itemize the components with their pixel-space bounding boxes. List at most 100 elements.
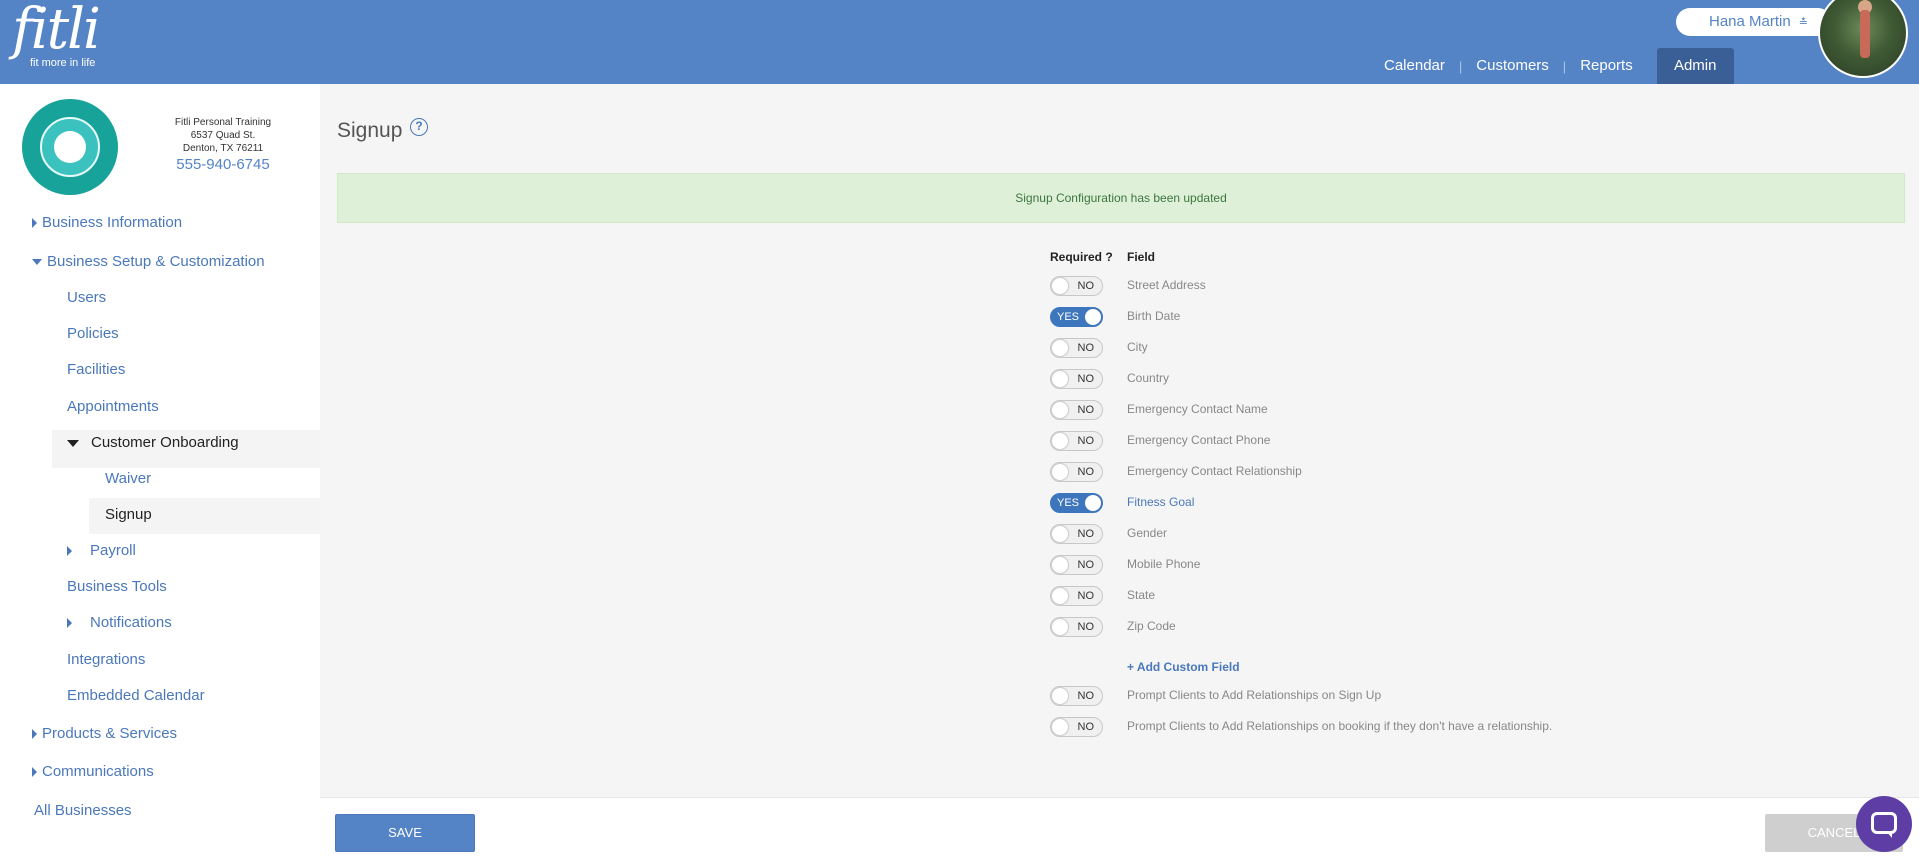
field-label: City — [1127, 340, 1148, 354]
toggle-knob — [1052, 464, 1068, 480]
success-alert: Signup Configuration has been updated — [337, 173, 1905, 223]
field-label: Gender — [1127, 526, 1168, 540]
sidebar-item-communications[interactable]: Communications — [32, 763, 154, 780]
field-required-toggle[interactable]: NO — [1050, 586, 1103, 606]
field-label: Emergency Contact Phone — [1127, 433, 1271, 447]
add-custom-field-link[interactable]: + Add Custom Field — [1127, 660, 1240, 674]
field-required-toggle[interactable]: NO — [1050, 617, 1103, 637]
logo-tagline: fit more in life — [30, 57, 96, 69]
page-title: Signup — [337, 119, 403, 142]
sidebar-item-payroll[interactable]: Payroll — [67, 542, 136, 559]
top-header: fitli fit more in life Calendar | Custom… — [0, 0, 1919, 84]
toggle-state-label: YES — [1057, 497, 1080, 509]
sidebar-item-business-information[interactable]: Business Information — [32, 214, 182, 231]
nav-admin[interactable]: Admin — [1656, 48, 1734, 84]
caret-right-icon — [32, 218, 37, 229]
prompt-required-toggle[interactable]: NO — [1050, 717, 1103, 737]
sidebar-item-products-services[interactable]: Products & Services — [32, 725, 177, 742]
toggle-state-label: NO — [1077, 528, 1095, 540]
chevron-down-icon: ≛ — [1798, 17, 1808, 29]
nav-reports[interactable]: Reports — [1566, 48, 1647, 84]
sidebar-item-customer-onboarding[interactable]: Customer Onboarding — [67, 434, 239, 451]
business-name: Fitli Personal Training — [174, 117, 272, 128]
business-address-line2: Denton, TX 76211 — [182, 143, 264, 154]
toggle-state-label: NO — [1077, 690, 1095, 702]
toggle-knob — [1052, 371, 1068, 387]
sidebar-item-label: Business Setup & Customization — [47, 253, 265, 270]
sidebar-item-label: Notifications — [90, 614, 172, 631]
sidebar-item-waiver[interactable]: Waiver — [105, 470, 151, 487]
caret-right-icon — [67, 546, 72, 557]
business-phone[interactable]: 555-940-6745 — [155, 157, 291, 172]
field-required-toggle[interactable]: YES — [1050, 307, 1103, 327]
field-label: Zip Code — [1127, 619, 1176, 633]
field-required-toggle[interactable]: NO — [1050, 524, 1103, 544]
sidebar-item-all-businesses[interactable]: All Businesses — [34, 802, 132, 819]
field-required-toggle[interactable]: YES — [1050, 493, 1103, 513]
toggle-state-label: NO — [1077, 373, 1095, 385]
caret-down-icon — [32, 259, 42, 266]
field-required-toggle[interactable]: NO — [1050, 276, 1103, 296]
field-required-toggle[interactable]: NO — [1050, 462, 1103, 482]
nav-customers[interactable]: Customers — [1462, 48, 1563, 84]
toggle-state-label: NO — [1077, 590, 1095, 602]
user-menu-button[interactable]: Hana Martin ≛ — [1676, 8, 1832, 36]
sidebar-item-policies[interactable]: Policies — [67, 325, 119, 342]
toggle-state-label: NO — [1077, 342, 1095, 354]
prompt-required-toggle[interactable]: NO — [1050, 686, 1103, 706]
sidebar-item-facilities[interactable]: Facilities — [67, 361, 125, 378]
field-required-toggle[interactable]: NO — [1050, 400, 1103, 420]
field-label: Emergency Contact Name — [1127, 402, 1268, 416]
column-header-required: Required ? — [1050, 250, 1113, 264]
user-name: Hana Martin — [1709, 13, 1791, 30]
nav-calendar[interactable]: Calendar — [1370, 48, 1459, 84]
sidebar-item-signup[interactable]: Signup — [105, 506, 152, 523]
toggle-state-label: NO — [1077, 721, 1095, 733]
prompt-label: Prompt Clients to Add Relationships on b… — [1127, 719, 1553, 733]
toggle-knob — [1052, 278, 1068, 294]
toggle-knob — [1052, 719, 1068, 735]
help-icon[interactable]: ? — [410, 118, 428, 136]
sidebar-item-business-tools[interactable]: Business Tools — [67, 578, 167, 595]
sidebar-item-label: Customer Onboarding — [91, 434, 239, 451]
fitli-logo[interactable]: fitli fit more in life — [12, 2, 101, 70]
sidebar-item-integrations[interactable]: Integrations — [67, 651, 145, 668]
field-required-toggle[interactable]: NO — [1050, 431, 1103, 451]
field-required-toggle[interactable]: NO — [1050, 338, 1103, 358]
column-header-field: Field — [1127, 250, 1156, 264]
toggle-knob — [1085, 495, 1101, 511]
business-logo-ring — [40, 117, 100, 177]
toggle-state-label: YES — [1057, 311, 1080, 323]
toggle-knob — [1052, 340, 1068, 356]
field-label: Street Address — [1127, 278, 1206, 292]
toggle-knob — [1052, 588, 1068, 604]
caret-right-icon — [32, 767, 37, 778]
toggle-knob — [1052, 557, 1068, 573]
toggle-state-label: NO — [1077, 466, 1095, 478]
chat-bubble-tail — [1886, 831, 1892, 838]
field-required-toggle[interactable]: NO — [1050, 555, 1103, 575]
toggle-state-label: NO — [1077, 559, 1095, 571]
sidebar-item-notifications[interactable]: Notifications — [67, 614, 172, 631]
sidebar-item-business-setup[interactable]: Business Setup & Customization — [32, 253, 265, 270]
toggle-knob — [1052, 688, 1068, 704]
main-nav: Calendar | Customers | Reports Admin — [1370, 48, 1734, 84]
field-label: Fitness Goal — [1127, 495, 1195, 509]
field-label: Birth Date — [1127, 309, 1181, 323]
save-button[interactable]: SAVE — [335, 814, 475, 852]
field-required-toggle[interactable]: NO — [1050, 369, 1103, 389]
avatar-photo-figure — [1860, 10, 1870, 58]
field-label: Country — [1127, 371, 1170, 385]
field-label: State — [1127, 588, 1156, 602]
sidebar-item-appointments[interactable]: Appointments — [67, 398, 159, 415]
dumbbell-icon — [54, 131, 86, 163]
toggle-state-label: NO — [1077, 621, 1095, 633]
sidebar-item-embedded-calendar[interactable]: Embedded Calendar — [67, 687, 205, 704]
sidebar-item-users[interactable]: Users — [67, 289, 106, 306]
toggle-knob — [1085, 309, 1101, 325]
caret-right-icon — [67, 618, 72, 629]
field-label: Mobile Phone — [1127, 557, 1201, 571]
main-content: Signup ? Signup Configuration has been u… — [320, 84, 1919, 797]
chat-support-button[interactable] — [1856, 796, 1912, 852]
caret-right-icon — [32, 729, 37, 740]
